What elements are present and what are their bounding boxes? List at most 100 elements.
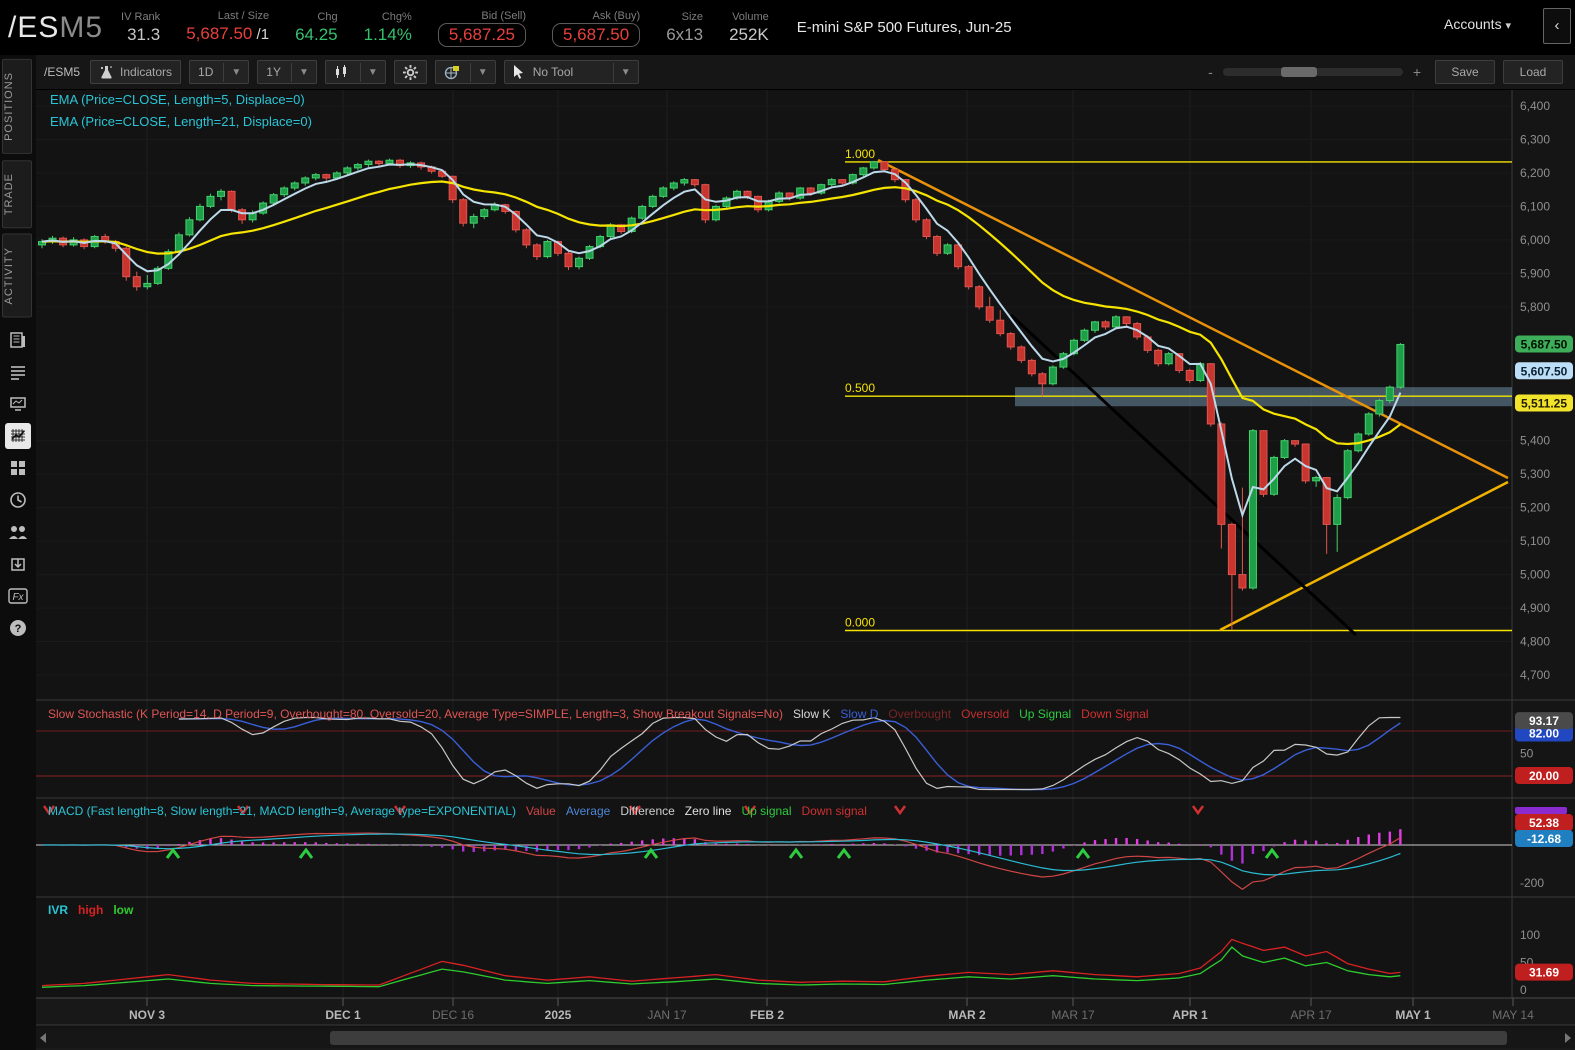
quote-fields: IV Rank 31.3 Last / Size 5,687.50 /1 Chg 64.2… bbox=[121, 9, 795, 47]
community-icon[interactable] bbox=[5, 519, 31, 545]
price-badge-5,511.25: 5,511.25 bbox=[1515, 394, 1573, 412]
svg-text:5,511.25: 5,511.25 bbox=[1521, 396, 1567, 410]
price-tick: 6,300 bbox=[1520, 132, 1550, 146]
save-button[interactable]: Save bbox=[1435, 60, 1495, 84]
drawing-tools-dropdown[interactable]: ▼ bbox=[434, 60, 496, 84]
chart-grid-icon[interactable] bbox=[5, 422, 31, 449]
date-tick-label: DEC 16 bbox=[432, 1008, 474, 1022]
price-tick: 5,200 bbox=[1520, 501, 1550, 515]
date-tick-label: JAN 17 bbox=[647, 1008, 687, 1022]
date-tick-label: MAY 14 bbox=[1492, 1008, 1534, 1022]
price-tick: 5,100 bbox=[1520, 534, 1550, 548]
collapse-panel-button[interactable]: ‹ bbox=[1543, 8, 1571, 44]
date-tick-label: FEB 2 bbox=[750, 1008, 784, 1022]
candle-chart-icon bbox=[335, 65, 346, 78]
ivr-legend[interactable]: IVR high low bbox=[48, 903, 134, 917]
stoch-badge-oversold: 20.00 bbox=[1515, 767, 1573, 784]
svg-text:5,607.50: 5,607.50 bbox=[1521, 364, 1568, 378]
date-tick-label: DEC 1 bbox=[325, 1008, 361, 1022]
dashboard-icon[interactable] bbox=[5, 455, 31, 481]
macd-legend[interactable]: MACD (Fast length=8, Slow length=21, MAC… bbox=[48, 804, 867, 818]
chart-toolbar: /ESM5 Indicators 1D ▼ 1Y ▼ ▼ ▼ No Tool ▼ -… bbox=[36, 55, 1575, 90]
price-tick: 5,800 bbox=[1520, 300, 1550, 314]
price-tick: 5,300 bbox=[1520, 467, 1550, 481]
inbox-icon[interactable] bbox=[5, 551, 31, 577]
price-tick: 6,100 bbox=[1520, 199, 1550, 213]
quote-field-change: Chg 64.25 bbox=[295, 10, 338, 44]
quote-header: /ESM5 IV Rank 31.3 Last / Size 5,687.50 /1 C… bbox=[0, 0, 1575, 55]
stochastic-legend[interactable]: Slow Stochastic (K Period=14, D Period=9… bbox=[48, 707, 1149, 721]
fx-icon[interactable]: Fx bbox=[5, 583, 31, 609]
quote-field-ask-buy[interactable]: Ask (Buy) 5,687.50 bbox=[552, 9, 641, 47]
ema-legend-0[interactable]: EMA (Price=CLOSE, Length=5, Displace=0) bbox=[50, 92, 305, 107]
macd-value-badge: 52.38 bbox=[1515, 814, 1573, 831]
chart-area[interactable]: 1.000 0.500 0.000 EMA (Price=CLOSE, Length=… bbox=[36, 90, 1575, 1050]
sidebar-icons: Fx? bbox=[0, 324, 36, 644]
zoom-out-button[interactable]: - bbox=[1208, 64, 1213, 80]
fib-label: 1.000 bbox=[845, 147, 875, 161]
help-icon[interactable]: ? bbox=[5, 615, 31, 641]
sidebar-tab-trade[interactable]: TRADE bbox=[2, 159, 32, 229]
cursor-icon bbox=[513, 65, 523, 79]
quote-field-volume: Volume 252K bbox=[729, 10, 769, 44]
chevron-down-icon: ▼ bbox=[612, 62, 638, 82]
left-sidebar: POSITIONS TRADE ACTIVITY Fx? bbox=[0, 55, 36, 1050]
scrollbar-handle[interactable] bbox=[330, 1031, 1507, 1045]
svg-text:5,687.50: 5,687.50 bbox=[1521, 337, 1568, 351]
news-icon[interactable] bbox=[5, 327, 31, 353]
quote-field-bid-sell[interactable]: Bid (Sell) 5,687.25 bbox=[437, 9, 526, 47]
ivr-axis-label: 100 bbox=[1520, 928, 1540, 942]
chevron-down-icon: ▼ bbox=[359, 62, 385, 82]
svg-text:52.38: 52.38 bbox=[1529, 816, 1559, 830]
monitor-icon[interactable] bbox=[5, 391, 31, 417]
chart-settings-button[interactable] bbox=[393, 60, 427, 84]
svg-text:?: ? bbox=[15, 623, 22, 635]
fib-label: 0.000 bbox=[845, 615, 875, 629]
timeframe-dropdown[interactable]: 1D ▼ bbox=[189, 60, 250, 84]
drawing-grid-icon bbox=[444, 65, 459, 79]
date-tick-label: MAR 2 bbox=[948, 1008, 986, 1022]
load-button[interactable]: Load bbox=[1503, 60, 1563, 84]
price-tick: 4,700 bbox=[1520, 668, 1550, 682]
svg-text:93.17: 93.17 bbox=[1529, 714, 1559, 728]
price-tick: 5,000 bbox=[1520, 568, 1550, 582]
indicators-button[interactable]: Indicators bbox=[90, 60, 182, 84]
chart-canvas[interactable]: 1.000 0.500 0.000 EMA (Price=CLOSE, Length=… bbox=[36, 90, 1575, 1050]
chevron-down-icon: ▼ bbox=[290, 62, 316, 82]
instrument-name: E-mini S&P 500 Futures, Jun-25 bbox=[796, 19, 1012, 36]
quote-field-iv-rank: IV Rank 31.3 bbox=[121, 10, 161, 44]
price-tick: 5,400 bbox=[1520, 434, 1550, 448]
zoom-in-button[interactable]: + bbox=[1413, 64, 1421, 80]
price-tick: 6,000 bbox=[1520, 233, 1550, 247]
quote-field-change-pct: Chg% 1.14% bbox=[363, 10, 412, 44]
macd-average-badge: -12.68 bbox=[1515, 830, 1573, 847]
date-tick-label: MAY 1 bbox=[1395, 1008, 1431, 1022]
zoom-slider[interactable] bbox=[1222, 67, 1403, 77]
stoch-badge-slowk: 93.17 bbox=[1515, 712, 1573, 730]
ivr-axis-label: 0 bbox=[1520, 983, 1527, 997]
accounts-menu[interactable]: Accounts ▾ bbox=[1444, 16, 1511, 32]
chart-type-dropdown[interactable]: ▼ bbox=[324, 60, 386, 84]
date-tick-label: 2025 bbox=[545, 1008, 572, 1022]
macd-diff-badge bbox=[1515, 807, 1567, 814]
date-tick-label: NOV 3 bbox=[129, 1008, 165, 1022]
ivr-badge: 31.69 bbox=[1515, 963, 1573, 981]
indicators-flask-icon bbox=[101, 65, 112, 79]
trading-app-window: /ESM5 IV Rank 31.3 Last / Size 5,687.50 /1 C… bbox=[0, 0, 1575, 1050]
svg-text:20.00: 20.00 bbox=[1529, 769, 1559, 783]
watchlist-icon[interactable] bbox=[5, 359, 31, 385]
range-dropdown[interactable]: 1Y ▼ bbox=[257, 60, 317, 84]
stoch-mid-label: 50 bbox=[1520, 747, 1534, 761]
active-tool-dropdown[interactable]: No Tool ▼ bbox=[503, 60, 639, 84]
chart-scrollbar[interactable] bbox=[36, 1028, 1575, 1048]
ema-legend-1[interactable]: EMA (Price=CLOSE, Length=21, Displace=0) bbox=[50, 114, 312, 129]
quote-field-size: Size 6x13 bbox=[666, 10, 704, 44]
history-clock-icon[interactable] bbox=[5, 487, 31, 513]
toolbar-symbol-label: /ESM5 bbox=[44, 65, 81, 79]
sidebar-tab-activity[interactable]: ACTIVITY bbox=[2, 234, 32, 318]
price-badge-5,687.50: 5,687.50 bbox=[1515, 335, 1573, 353]
zoom-slider-handle[interactable] bbox=[1280, 67, 1317, 77]
macd-axis-label: -200 bbox=[1520, 876, 1544, 890]
sidebar-tab-positions[interactable]: POSITIONS bbox=[2, 59, 32, 154]
chevron-down-icon: ▼ bbox=[469, 62, 495, 82]
